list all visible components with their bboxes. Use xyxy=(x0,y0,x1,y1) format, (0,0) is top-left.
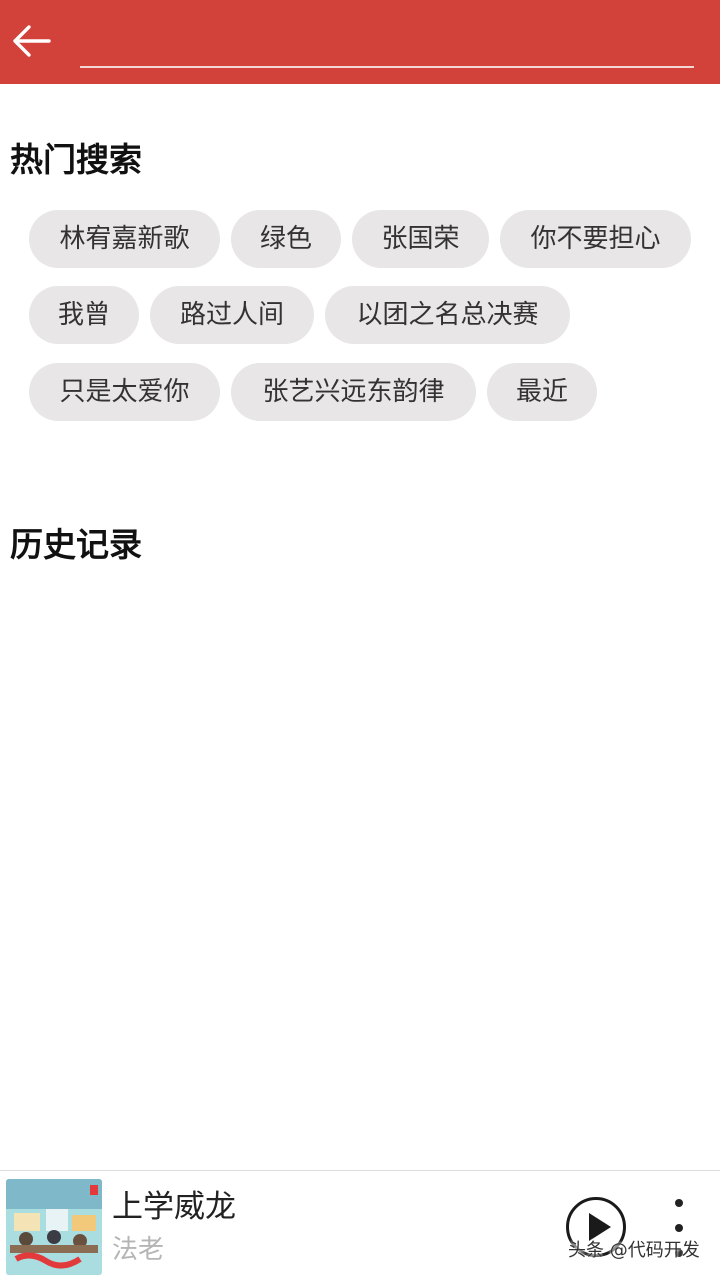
more-vertical-icon xyxy=(675,1199,683,1207)
song-title: 上学威龙 xyxy=(112,1189,236,1225)
hot-tag[interactable]: 最近 xyxy=(487,363,597,421)
back-button[interactable] xyxy=(6,16,56,66)
play-icon xyxy=(589,1213,611,1241)
album-art-icon xyxy=(6,1179,102,1275)
hot-tag[interactable]: 张艺兴远东韵律 xyxy=(231,363,476,421)
hot-tag[interactable]: 绿色 xyxy=(231,210,341,268)
search-input[interactable] xyxy=(80,20,694,68)
history-list xyxy=(0,580,720,1160)
hot-tag[interactable]: 我曾 xyxy=(29,286,139,344)
hot-tag[interactable]: 你不要担心 xyxy=(500,210,691,268)
hot-tag[interactable]: 林宥嘉新歌 xyxy=(29,210,220,268)
hot-search-title: 热门搜索 xyxy=(10,140,142,179)
search-page: 热门搜索 林宥嘉新歌 绿色 张国荣 你不要担心 我曾 路过人间 以团之名总决赛 … xyxy=(0,0,720,1280)
more-vertical-icon-dot xyxy=(675,1224,683,1232)
history-title: 历史记录 xyxy=(10,525,142,564)
hot-tag[interactable]: 只是太爱你 xyxy=(29,363,220,421)
watermark: 头条 @代码开发 xyxy=(568,1240,700,1261)
top-app-bar xyxy=(0,0,720,84)
arrow-left-icon xyxy=(13,25,51,57)
song-artist: 法老 xyxy=(112,1235,165,1265)
album-cover[interactable] xyxy=(6,1179,102,1275)
hot-tag[interactable]: 张国荣 xyxy=(352,210,489,268)
hot-tag[interactable]: 以团之名总决赛 xyxy=(325,286,570,344)
hot-tag[interactable]: 路过人间 xyxy=(150,286,314,344)
